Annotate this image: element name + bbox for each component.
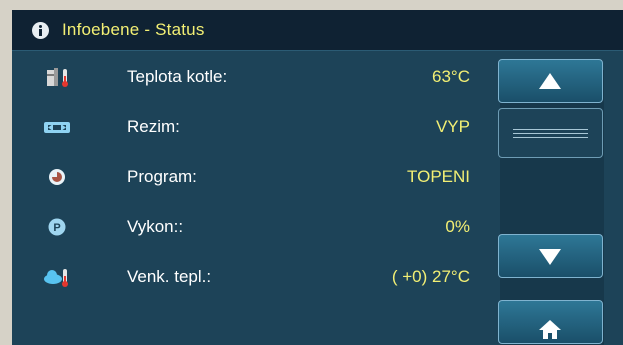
row-label: Program: — [127, 167, 197, 186]
row-value: TOPENI — [407, 167, 470, 186]
scroll-down-button[interactable] — [498, 234, 603, 278]
row-label: Teplota kotle: — [127, 67, 228, 86]
row-value: 0% — [445, 217, 470, 236]
status-row-boiler-temp: Teplota kotle: 63°C — [12, 57, 482, 97]
home-button[interactable] — [498, 300, 603, 344]
row-value: ( +0) 27°C — [391, 267, 470, 286]
row-label: Rezim: — [127, 117, 180, 136]
row-value: 63°C — [432, 67, 470, 86]
status-row-program: Program: TOPENI — [12, 157, 482, 197]
title-bar: Infoebene - Status — [12, 10, 623, 51]
status-screen: Infoebene - Status Teplota kotle: 63°C R… — [12, 10, 623, 345]
row-label: Venk. tepl.: — [127, 267, 212, 286]
status-row-power: P Vykon:: 0% — [12, 207, 482, 247]
scroll-up-icon — [539, 73, 561, 89]
svg-text:P: P — [53, 222, 60, 234]
scrollbar-thumb[interactable] — [498, 108, 603, 158]
status-row-mode: Rezim: VYP — [12, 107, 482, 147]
page-title: Infoebene - Status — [62, 20, 205, 39]
row-value: VYP — [435, 117, 470, 136]
row-label: Vykon:: — [127, 217, 184, 236]
scroll-down-icon — [539, 249, 561, 265]
mode-switch-icon — [44, 122, 70, 133]
info-icon — [32, 22, 49, 39]
outdoor-thermometer-icon — [44, 269, 68, 287]
scroll-up-button[interactable] — [498, 59, 603, 103]
status-row-outdoor-temp: Venk. tepl.: ( +0) 27°C — [12, 257, 482, 297]
boiler-thermometer-icon — [47, 68, 68, 87]
power-p-icon: P — [48, 218, 66, 236]
program-icon — [49, 169, 65, 185]
home-icon — [539, 320, 561, 339]
